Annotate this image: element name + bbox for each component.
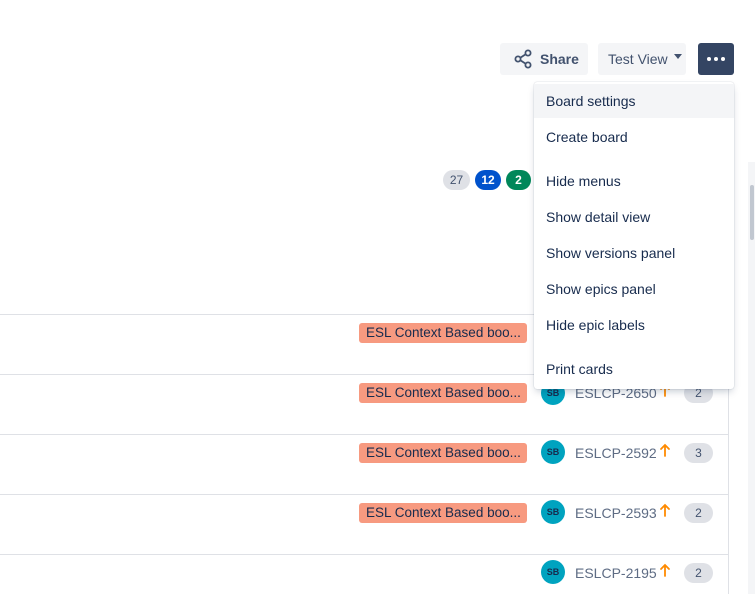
assignee-avatar[interactable]: SB <box>541 560 565 584</box>
menu-item-show-versions-panel[interactable]: Show versions panel <box>534 236 734 270</box>
story-points-badge: 3 <box>684 443 713 463</box>
priority-high-icon <box>660 503 670 517</box>
issue-key[interactable]: ESLCP-2592 <box>575 445 657 461</box>
menu-item-show-detail-view[interactable]: Show detail view <box>534 200 734 234</box>
epic-label[interactable]: ESL Context Based boo... <box>359 443 527 463</box>
menu-item-board-settings[interactable]: Board settings <box>534 84 734 118</box>
assignee-avatar[interactable]: SB <box>541 440 565 464</box>
view-selector[interactable]: Test View <box>598 43 686 75</box>
priority-high-icon <box>660 563 670 577</box>
priority-high-icon <box>660 443 670 457</box>
issue-count-in-progress: 12 <box>475 170 501 190</box>
row-divider <box>0 494 729 495</box>
issue-key[interactable]: ESLCP-2195 <box>575 565 657 581</box>
menu-item-hide-epic-labels[interactable]: Hide epic labels <box>534 308 734 342</box>
caret-down-icon <box>673 54 682 59</box>
issue-count-total: 27 <box>443 170 470 190</box>
more-actions-button[interactable] <box>698 43 734 75</box>
menu-item-print-cards[interactable]: Print cards <box>534 352 734 386</box>
scrollbar-thumb[interactable] <box>750 185 754 240</box>
story-points-badge: 2 <box>684 563 713 583</box>
story-points-badge: 2 <box>684 503 713 523</box>
board-actions-menu: Board settings Create board Hide menus S… <box>534 82 734 389</box>
epic-label[interactable]: ESL Context Based boo... <box>359 323 527 343</box>
more-icon <box>707 57 725 61</box>
menu-item-create-board[interactable]: Create board <box>534 120 734 154</box>
assignee-avatar[interactable]: SB <box>541 500 565 524</box>
issue-key[interactable]: ESLCP-2593 <box>575 505 657 521</box>
epic-label[interactable]: ESL Context Based boo... <box>359 503 527 523</box>
share-button[interactable]: Share <box>500 43 588 75</box>
issue-count-done: 2 <box>506 170 531 190</box>
menu-item-show-epics-panel[interactable]: Show epics panel <box>534 272 734 306</box>
epic-label[interactable]: ESL Context Based boo... <box>359 383 527 403</box>
row-divider <box>0 554 729 555</box>
share-label: Share <box>540 51 579 67</box>
row-divider <box>0 434 729 435</box>
view-label: Test View <box>608 51 668 67</box>
menu-item-hide-menus[interactable]: Hide menus <box>534 164 734 198</box>
share-icon <box>514 49 532 69</box>
